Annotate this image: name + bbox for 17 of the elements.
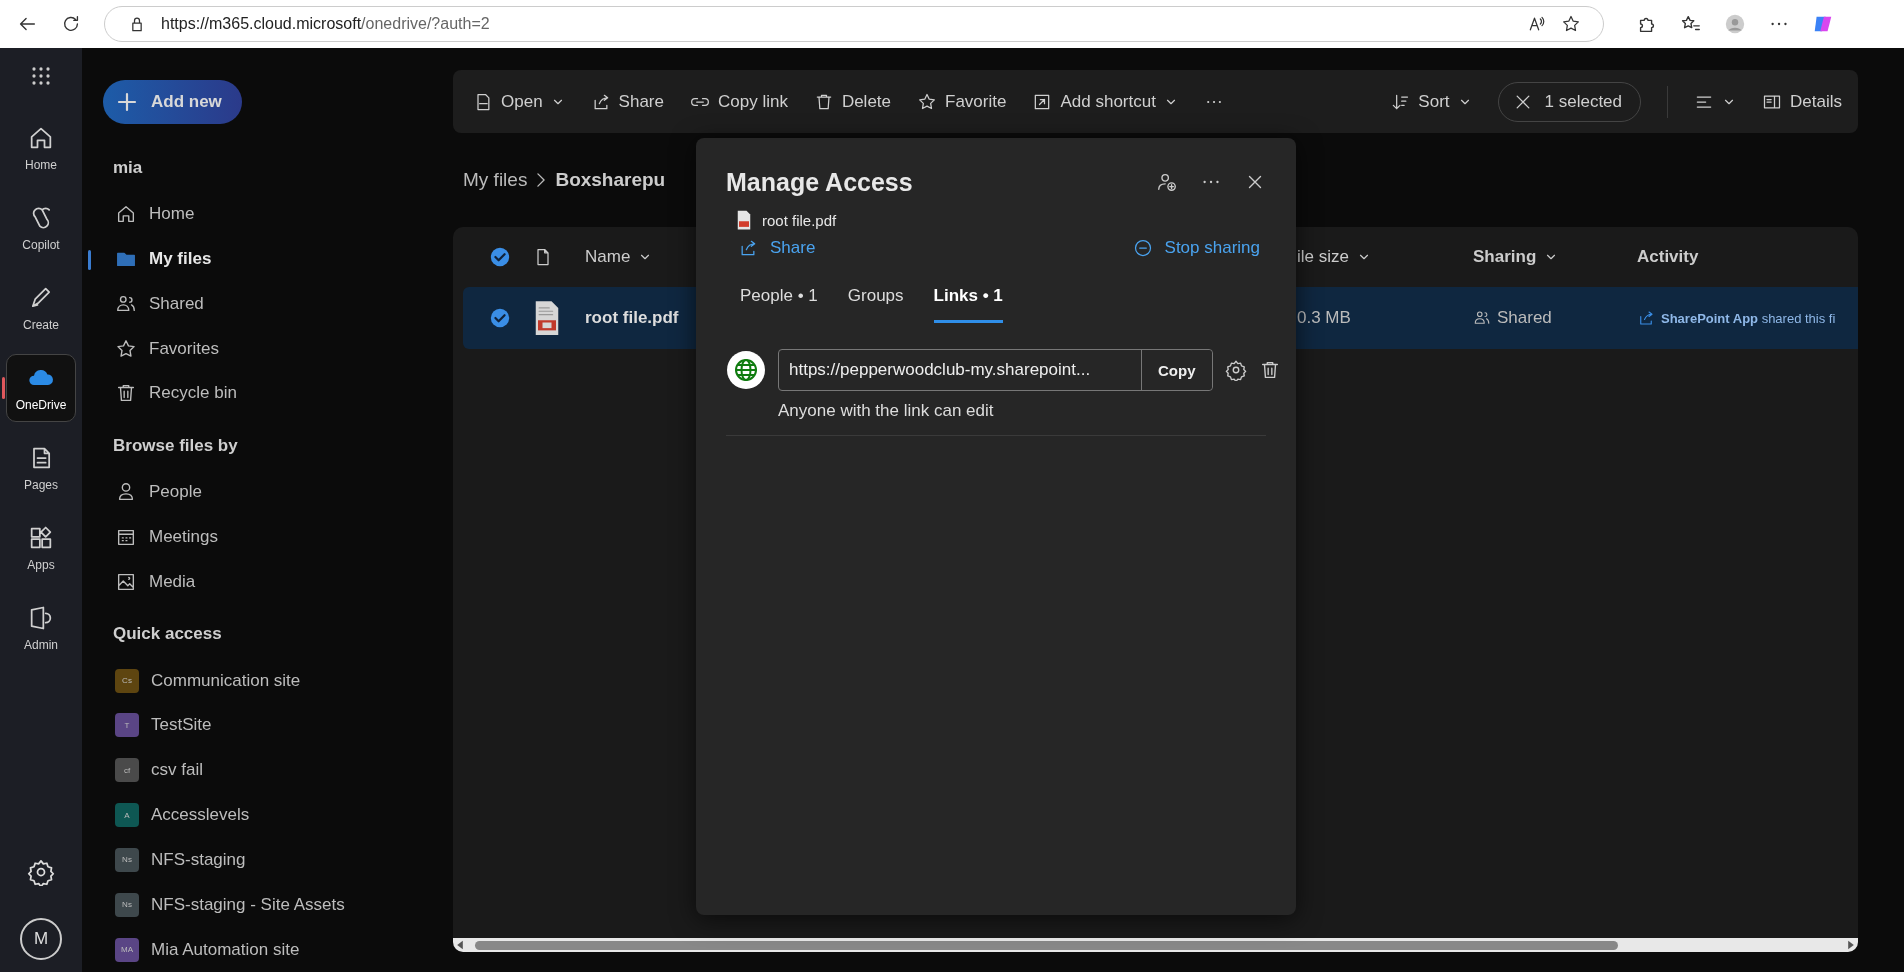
section-heading: mia	[112, 157, 144, 179]
file-name: root file.pdf	[762, 211, 837, 229]
site-tile: A	[115, 803, 139, 828]
dialog-title: Manage Access	[726, 167, 913, 197]
table-cell-text: 0.3 MB	[1297, 308, 1352, 328]
section-heading: Browse files by	[112, 435, 239, 457]
site-tile: T	[115, 713, 139, 738]
site-tile: MA	[115, 937, 139, 962]
link-permission-text: Anyone with the link can edit	[778, 401, 995, 421]
activity-text: SharePoint App shared this fi	[1661, 310, 1836, 326]
site-tile: Ns	[115, 847, 139, 872]
site-tile: Ns	[115, 892, 139, 917]
section-heading: Quick access	[112, 624, 223, 646]
site-tile: cf	[115, 758, 139, 783]
site-tile: Cs	[115, 668, 139, 693]
breadcrumb-current: Boxsharepu	[555, 169, 666, 191]
sharing-status: Shared	[1473, 308, 1637, 328]
